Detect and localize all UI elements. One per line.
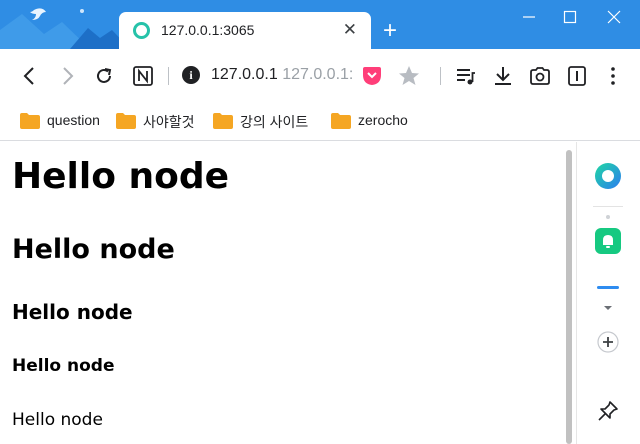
maximize-button[interactable] [556,6,584,28]
download-icon [495,67,511,85]
panel-active-indicator [597,286,619,289]
pocket-button[interactable] [360,64,384,88]
folder-icon [20,113,40,129]
sidebar-toggle-button[interactable] [565,64,589,88]
minimize-icon [523,16,535,18]
url-text[interactable]: 127.0.0.1 127.0.0.1:3065 [211,66,353,84]
menu-button[interactable] [601,64,625,88]
arrow-right-icon [63,67,74,85]
alarm-button[interactable] [595,228,621,259]
pin-icon [598,401,618,421]
sidebar-icon [568,66,586,86]
bookmark-folder-lecture-sites[interactable]: 강의 사이트 [213,111,325,131]
heading-3: Hello node [12,300,133,324]
star-icon [399,66,419,85]
tab-favicon-icon [133,22,150,39]
panel-dot [606,215,610,219]
naver-n-icon [133,66,153,86]
title-bar: 127.0.0.1:3065 ✕ + [0,0,640,49]
side-panel [576,142,640,444]
pin-panel-button[interactable] [597,400,619,427]
tab-title: 127.0.0.1:3065 [161,22,255,38]
url-suggestion: 127.0.0.1:3065 [282,66,353,83]
toolbar-divider [168,67,169,85]
new-tab-button[interactable]: + [383,19,397,43]
minimize-button[interactable] [515,6,543,28]
bookmark-star-button[interactable] [397,64,421,88]
naver-shortcut-button[interactable] [131,64,155,88]
folder-icon [213,113,233,129]
alarm-bell-icon [595,228,621,254]
back-button[interactable] [18,64,42,88]
add-panel-button[interactable] [596,330,620,359]
browser-tab[interactable]: 127.0.0.1:3065 ✕ [119,12,371,49]
more-vertical-icon [611,67,615,85]
tab-close-icon[interactable]: ✕ [343,21,357,38]
toolbar-divider [440,67,441,85]
close-window-button[interactable] [600,6,628,28]
folder-icon [116,113,136,129]
bookmark-heart-icon [363,67,381,85]
heading-1: Hello node [12,156,230,197]
playlist-button[interactable] [454,64,478,88]
bookmark-folder-question[interactable]: question [20,111,110,131]
reload-button[interactable] [92,64,116,88]
camera-icon [530,67,550,85]
close-icon [607,10,621,24]
whale-circle-icon [595,163,621,189]
bookmark-label: zerocho [358,112,408,128]
forward-button[interactable] [55,64,79,88]
downloads-button[interactable] [491,64,515,88]
page-scrollbar[interactable] [562,142,576,444]
heading-4: Hello node [12,356,115,376]
site-info-icon[interactable]: i [182,66,200,84]
folder-icon [331,113,351,129]
url-host: 127.0.0.1 [211,66,278,83]
bookmarks-bar: question 사야할것 강의 사이트 zerocho [0,103,640,141]
add-icon [597,331,619,353]
toolbar: i 127.0.0.1 127.0.0.1:3065 [0,49,640,103]
panel-expand-button[interactable] [601,300,615,318]
paragraph: Hello node [12,410,103,430]
scrollbar-thumb[interactable] [566,150,572,444]
bookmark-label: question [47,112,100,128]
bookmark-folder-to-buy[interactable]: 사야할것 [116,111,206,131]
playlist-icon [457,69,475,85]
chevron-down-icon [604,306,612,310]
bookmark-label: 강의 사이트 [240,114,309,130]
heading-2: Hello node [12,234,175,265]
page-content: Hello node Hello node Hello node Hello n… [0,142,562,444]
whale-space-button[interactable] [594,162,622,195]
bookmark-folder-zerocho[interactable]: zerocho [331,111,421,131]
browser-theme-scenery [0,0,130,49]
arrow-left-icon [23,67,34,85]
reload-icon [97,68,112,83]
panel-divider [593,206,623,207]
bookmark-label: 사야할것 [143,114,195,130]
maximize-icon [563,10,577,24]
capture-button[interactable] [528,64,552,88]
